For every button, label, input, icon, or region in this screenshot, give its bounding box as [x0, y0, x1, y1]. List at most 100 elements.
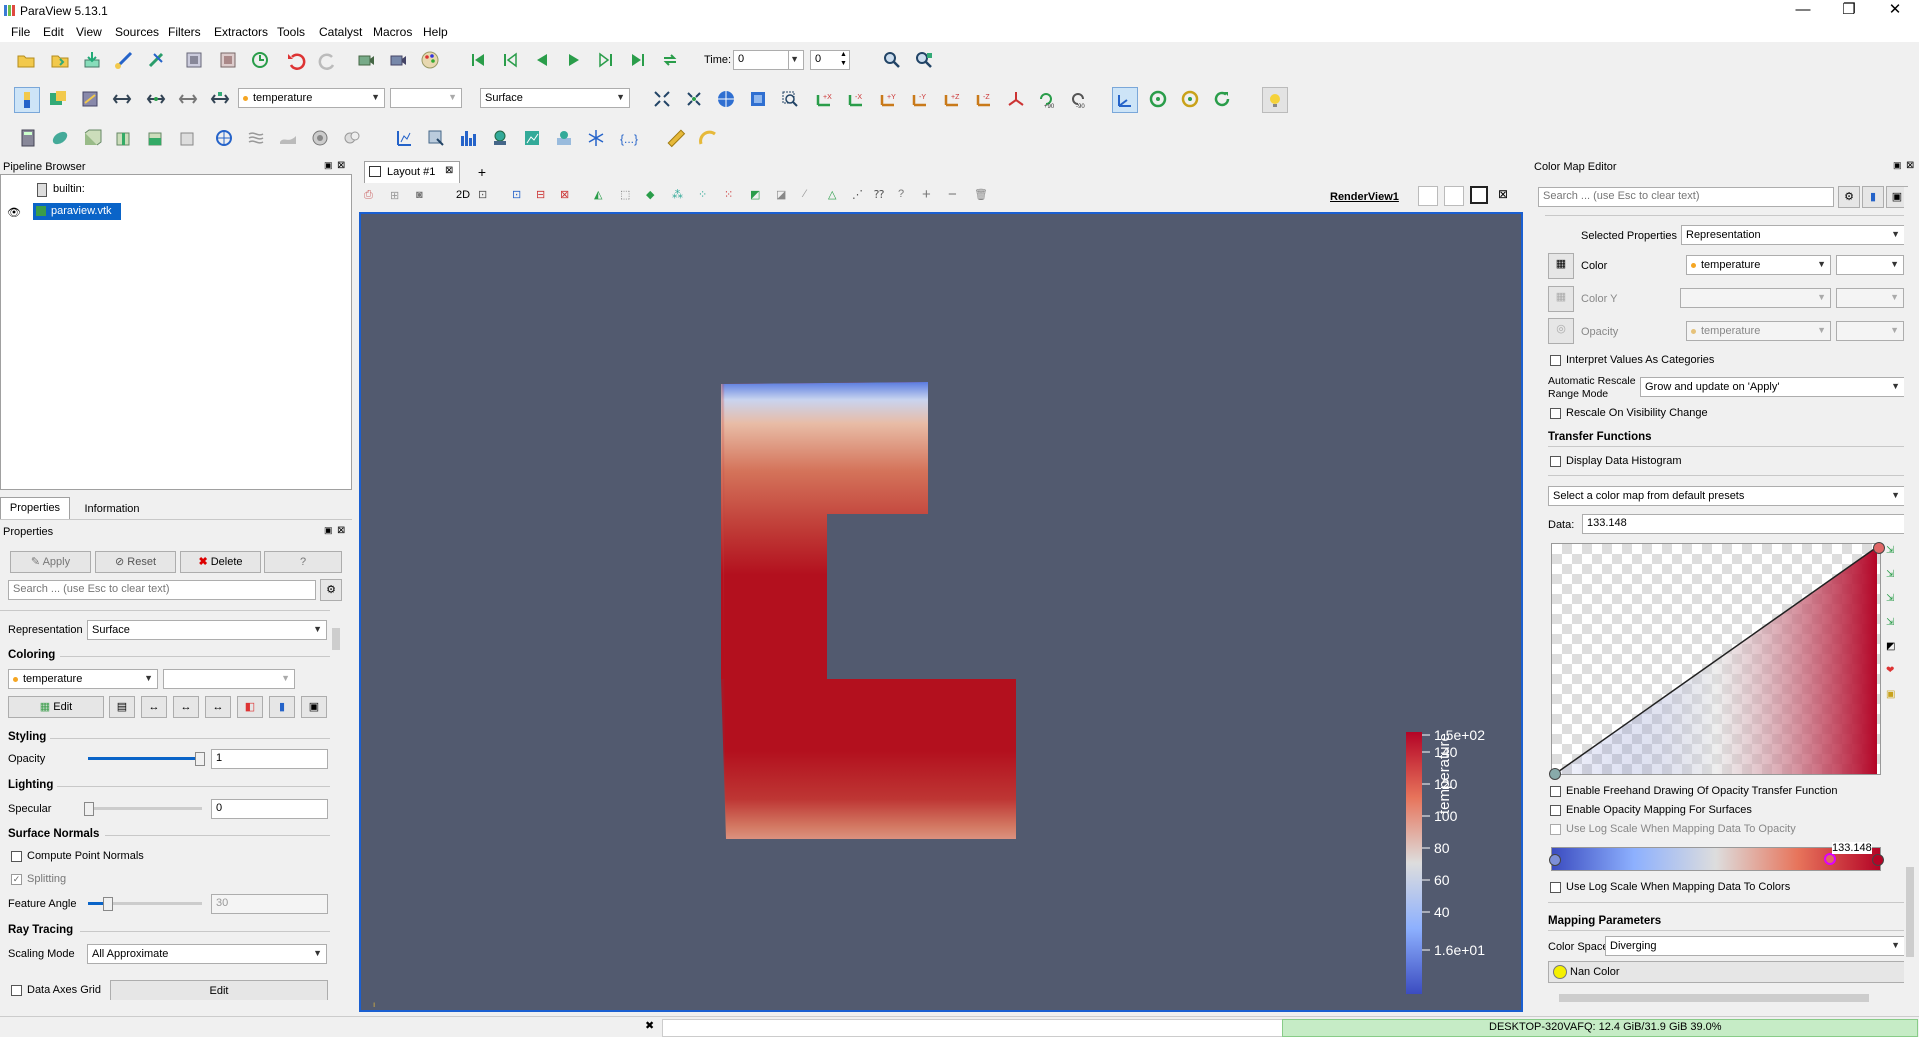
side-presets-icon[interactable]: ❤ [1886, 665, 1894, 676]
extract-subset-icon[interactable] [176, 126, 200, 150]
reset-range-icon[interactable] [78, 87, 102, 111]
split-vertical-icon[interactable] [1444, 186, 1464, 206]
adjust-camera-icon[interactable]: ⊡ [478, 188, 487, 201]
data-axes-grid-checkbox[interactable] [11, 985, 22, 996]
properties-float-icon[interactable]: ▣ [324, 525, 333, 536]
zoom-out-icon[interactable]: − [948, 186, 957, 203]
menu-help[interactable]: Help [423, 25, 448, 39]
side-rescale-visible-icon[interactable]: ⇲ [1886, 593, 1894, 604]
pipeline-item-builtin[interactable]: builtin: [53, 183, 85, 195]
zoom-to-box-icon[interactable] [714, 87, 738, 111]
zoom-closest-icon[interactable] [912, 48, 936, 72]
camera-undo-icon[interactable] [354, 48, 378, 72]
pipeline-close-icon[interactable]: ⊠ [337, 160, 345, 171]
rotate-minus-90-icon[interactable]: -90 [1066, 87, 1090, 111]
cme-hscrollbar[interactable] [1545, 992, 1903, 1004]
tab-information[interactable]: Information [72, 499, 152, 519]
menu-file[interactable]: File [11, 25, 30, 39]
play-icon[interactable] [562, 48, 586, 72]
camera-redo-icon[interactable] [386, 48, 410, 72]
hover-points-icon[interactable]: ⁘ [698, 188, 707, 201]
reset-session-icon[interactable] [248, 48, 272, 72]
pipeline-item-selected[interactable]: paraview.vtk [33, 203, 121, 220]
data-value-input[interactable]: 133.148 [1582, 514, 1905, 534]
opacity-array-icon[interactable]: ◎ [1548, 318, 1574, 344]
query-icon[interactable]: ? [898, 188, 904, 200]
next-frame-icon[interactable] [594, 48, 618, 72]
recent-files-icon[interactable] [48, 48, 72, 72]
show-orientation-axes-icon[interactable] [1112, 87, 1138, 113]
protractor-icon[interactable] [696, 126, 720, 150]
color-control-point-max[interactable] [1872, 854, 1884, 866]
redo-icon[interactable] [316, 48, 340, 72]
view-plus-x-icon[interactable]: +X [812, 87, 836, 111]
advanced-gear-icon[interactable]: ⚙ [320, 579, 342, 601]
reset-camera-icon[interactable] [650, 87, 674, 111]
log-opacity-checkbox[interactable] [1550, 824, 1561, 835]
rescale-data-icon[interactable]: ↔ [141, 696, 167, 718]
select-polygon-icon[interactable]: ⬚ [620, 188, 630, 201]
split-view-icon[interactable] [216, 48, 240, 72]
reset-button[interactable]: ⊘ Reset [95, 551, 176, 573]
color-legend-toggle-icon[interactable]: ▮ [269, 696, 295, 718]
side-rescale-temporal-icon[interactable]: ⇲ [1886, 617, 1894, 628]
add-layout-button[interactable]: + [468, 161, 496, 183]
cme-float-icon[interactable]: ▣ [1893, 160, 1902, 171]
reverse-play-icon[interactable] [530, 48, 554, 72]
rescale-temporal-icon[interactable] [208, 87, 232, 111]
menu-filters[interactable]: Filters [168, 25, 201, 39]
toggle-color-legend-icon[interactable] [14, 87, 40, 113]
rescale-time-icon[interactable] [144, 87, 168, 111]
trash-icon[interactable]: 🗑 [974, 188, 988, 201]
select-points-through-icon[interactable]: ◭ [594, 188, 602, 201]
color-array-icon[interactable]: ▦ [1548, 253, 1574, 279]
glyph-icon[interactable] [212, 126, 236, 150]
stream-tracer-icon[interactable] [244, 126, 268, 150]
properties-search-input[interactable]: Search ... (use Esc to clear text) [8, 580, 316, 600]
python-calculator-icon[interactable]: {...} [616, 126, 640, 150]
edit-colormap-button[interactable]: ▦ Edit [8, 696, 104, 718]
properties-close-icon[interactable]: ⊠ [337, 525, 345, 536]
loop-icon[interactable] [658, 48, 682, 72]
edit-legend-icon[interactable]: ▣ [301, 696, 327, 718]
opacity-slider-handle[interactable] [194, 752, 205, 766]
view-plus-y-icon[interactable]: +Y [876, 87, 900, 111]
freehand-checkbox[interactable] [1550, 786, 1561, 797]
threshold-icon[interactable] [144, 126, 168, 150]
opacity-control-point-min[interactable] [1549, 768, 1561, 780]
close-window-button[interactable]: ✕ [1872, 0, 1918, 22]
contour-icon[interactable] [48, 126, 72, 150]
close-view-icon[interactable]: ⊠ [1498, 187, 1508, 201]
edit-selection-icon[interactable]: ⋰ [852, 188, 863, 201]
view-plus-z-icon[interactable]: +Z [940, 87, 964, 111]
disconnect-icon[interactable] [144, 48, 168, 72]
last-frame-icon[interactable] [626, 48, 650, 72]
feature-angle-slider[interactable] [88, 897, 202, 911]
nan-color-button[interactable]: Nan Color [1548, 961, 1905, 983]
render-view[interactable]: 1.5e+02 140 120 100 80 60 40 1.6e+01 temperatur… [359, 212, 1523, 1012]
specular-slider-handle[interactable] [84, 802, 94, 816]
split-horizontal-icon[interactable] [1418, 186, 1438, 206]
specular-slider[interactable] [84, 802, 202, 816]
opacity-transfer-editor[interactable] [1549, 542, 1885, 780]
specular-input[interactable]: 0 [211, 799, 328, 819]
light-kit-icon[interactable] [1262, 87, 1288, 113]
plot-over-line-icon[interactable] [392, 126, 416, 150]
cme-gear-icon[interactable]: ⚙ [1838, 186, 1860, 208]
opacity-input[interactable]: 1 [211, 749, 328, 769]
mesh-quality-icon[interactable] [488, 126, 512, 150]
tab-properties[interactable]: Properties [0, 497, 70, 519]
clear-selection-icon[interactable]: ⁄ [804, 188, 806, 200]
time-index-stepper[interactable]: ▲ ▼ [840, 50, 847, 68]
pick-center-icon[interactable] [1210, 87, 1234, 111]
preset-dropdown[interactable]: Select a color map from default presets ▼ [1548, 486, 1905, 506]
view-minus-z-icon[interactable]: -Z [972, 87, 996, 111]
opacity-array-dropdown[interactable]: temperature ▼ [1686, 321, 1831, 341]
representation-select[interactable]: Surface ▼ [480, 88, 630, 108]
splitting-checkbox[interactable]: ✓ [11, 874, 22, 885]
component-select[interactable]: ▼ [390, 88, 462, 108]
warp-vector-icon[interactable] [276, 126, 300, 150]
select-points-on-icon[interactable]: ⊟ [536, 188, 545, 201]
apply-button[interactable]: ✎ Apply [10, 551, 91, 573]
compute-normals-checkbox[interactable] [11, 851, 22, 862]
